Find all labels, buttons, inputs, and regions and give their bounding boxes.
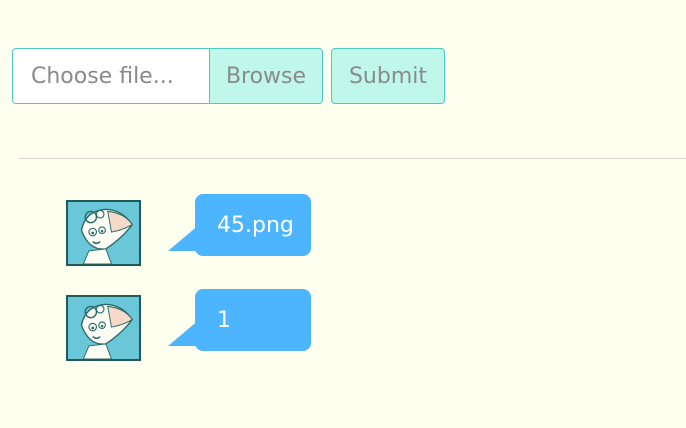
submit-button[interactable]: Submit bbox=[331, 48, 445, 104]
character-avatar-icon bbox=[66, 200, 141, 266]
chat-message: 1 bbox=[66, 289, 326, 361]
message-bubble: 1 bbox=[168, 289, 311, 351]
chat-message: 45.png bbox=[66, 194, 326, 266]
character-avatar-icon bbox=[66, 295, 141, 361]
browse-button[interactable]: Browse bbox=[209, 49, 322, 103]
file-input[interactable]: Choose file... bbox=[13, 49, 209, 103]
upload-form: Choose file... Browse Submit bbox=[12, 48, 445, 104]
file-input-group[interactable]: Choose file... Browse bbox=[12, 48, 323, 104]
message-bubble: 45.png bbox=[168, 194, 311, 256]
divider bbox=[19, 158, 686, 159]
